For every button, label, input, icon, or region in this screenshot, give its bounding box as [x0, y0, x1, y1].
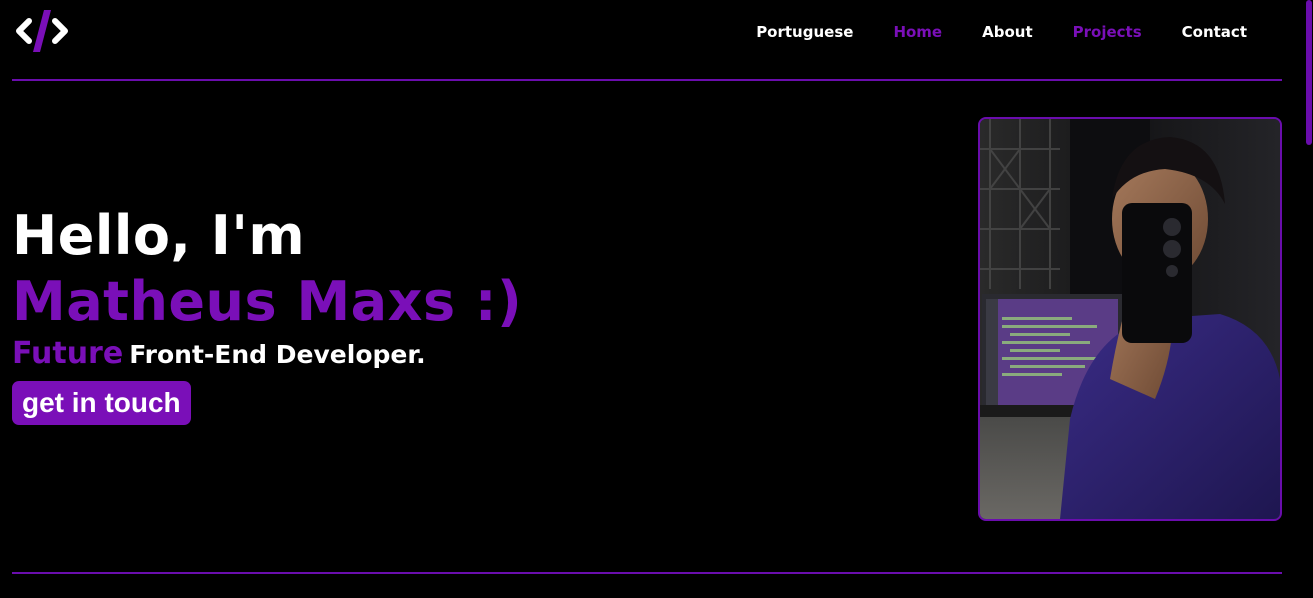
page: Portuguese Home About Projects Contact H…: [0, 0, 1313, 598]
nav-home[interactable]: Home: [893, 22, 942, 42]
hero-subtitle-accent: Future: [12, 336, 124, 371]
nav-about[interactable]: About: [982, 22, 1033, 42]
profile-photo: [978, 117, 1282, 521]
section-divider: [12, 572, 1282, 574]
scrollbar-thumb[interactable]: [1306, 0, 1312, 145]
hero-name: Matheus Maxs :): [12, 270, 523, 333]
nav-projects[interactable]: Projects: [1073, 22, 1142, 42]
nav-portuguese[interactable]: Portuguese: [756, 22, 853, 42]
code-brackets-icon[interactable]: [14, 8, 70, 54]
main-nav: Portuguese Home About Projects Contact: [756, 22, 1247, 42]
hero-greeting: Hello, I'm: [12, 204, 306, 267]
page-scrollbar[interactable]: [1305, 0, 1313, 598]
hero-section: Hello, I'm Matheus Maxs :) Future Front-E…: [12, 203, 522, 425]
header-divider: [12, 79, 1282, 81]
get-in-touch-button[interactable]: get in touch: [12, 381, 191, 425]
hero-subtitle-role: Front-End Developer.: [129, 340, 426, 369]
nav-contact[interactable]: Contact: [1182, 22, 1247, 42]
hero-subtitle: Future Front-End Developer.: [12, 335, 522, 377]
